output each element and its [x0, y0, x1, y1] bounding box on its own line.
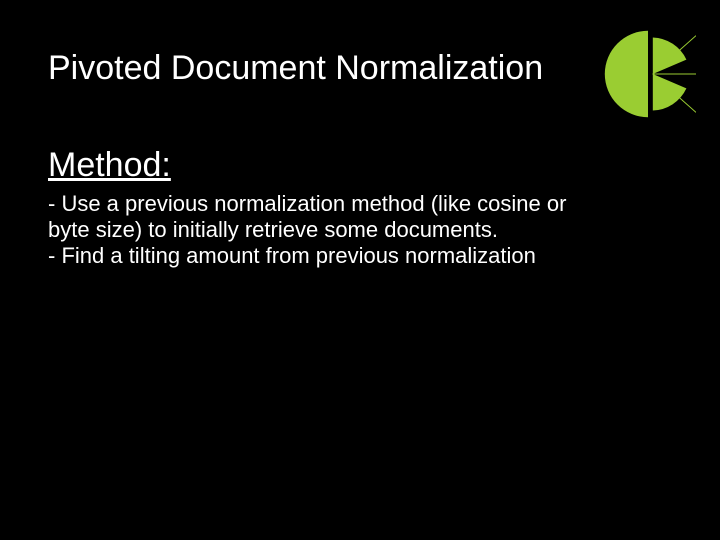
slide: Pivoted Document Normalization Method: -…	[0, 0, 720, 540]
slide-title: Pivoted Document Normalization	[48, 50, 672, 87]
section-heading: Method:	[48, 147, 672, 184]
body-text: - Use a previous normalization method (l…	[48, 191, 608, 269]
logo-graphic	[600, 26, 696, 122]
